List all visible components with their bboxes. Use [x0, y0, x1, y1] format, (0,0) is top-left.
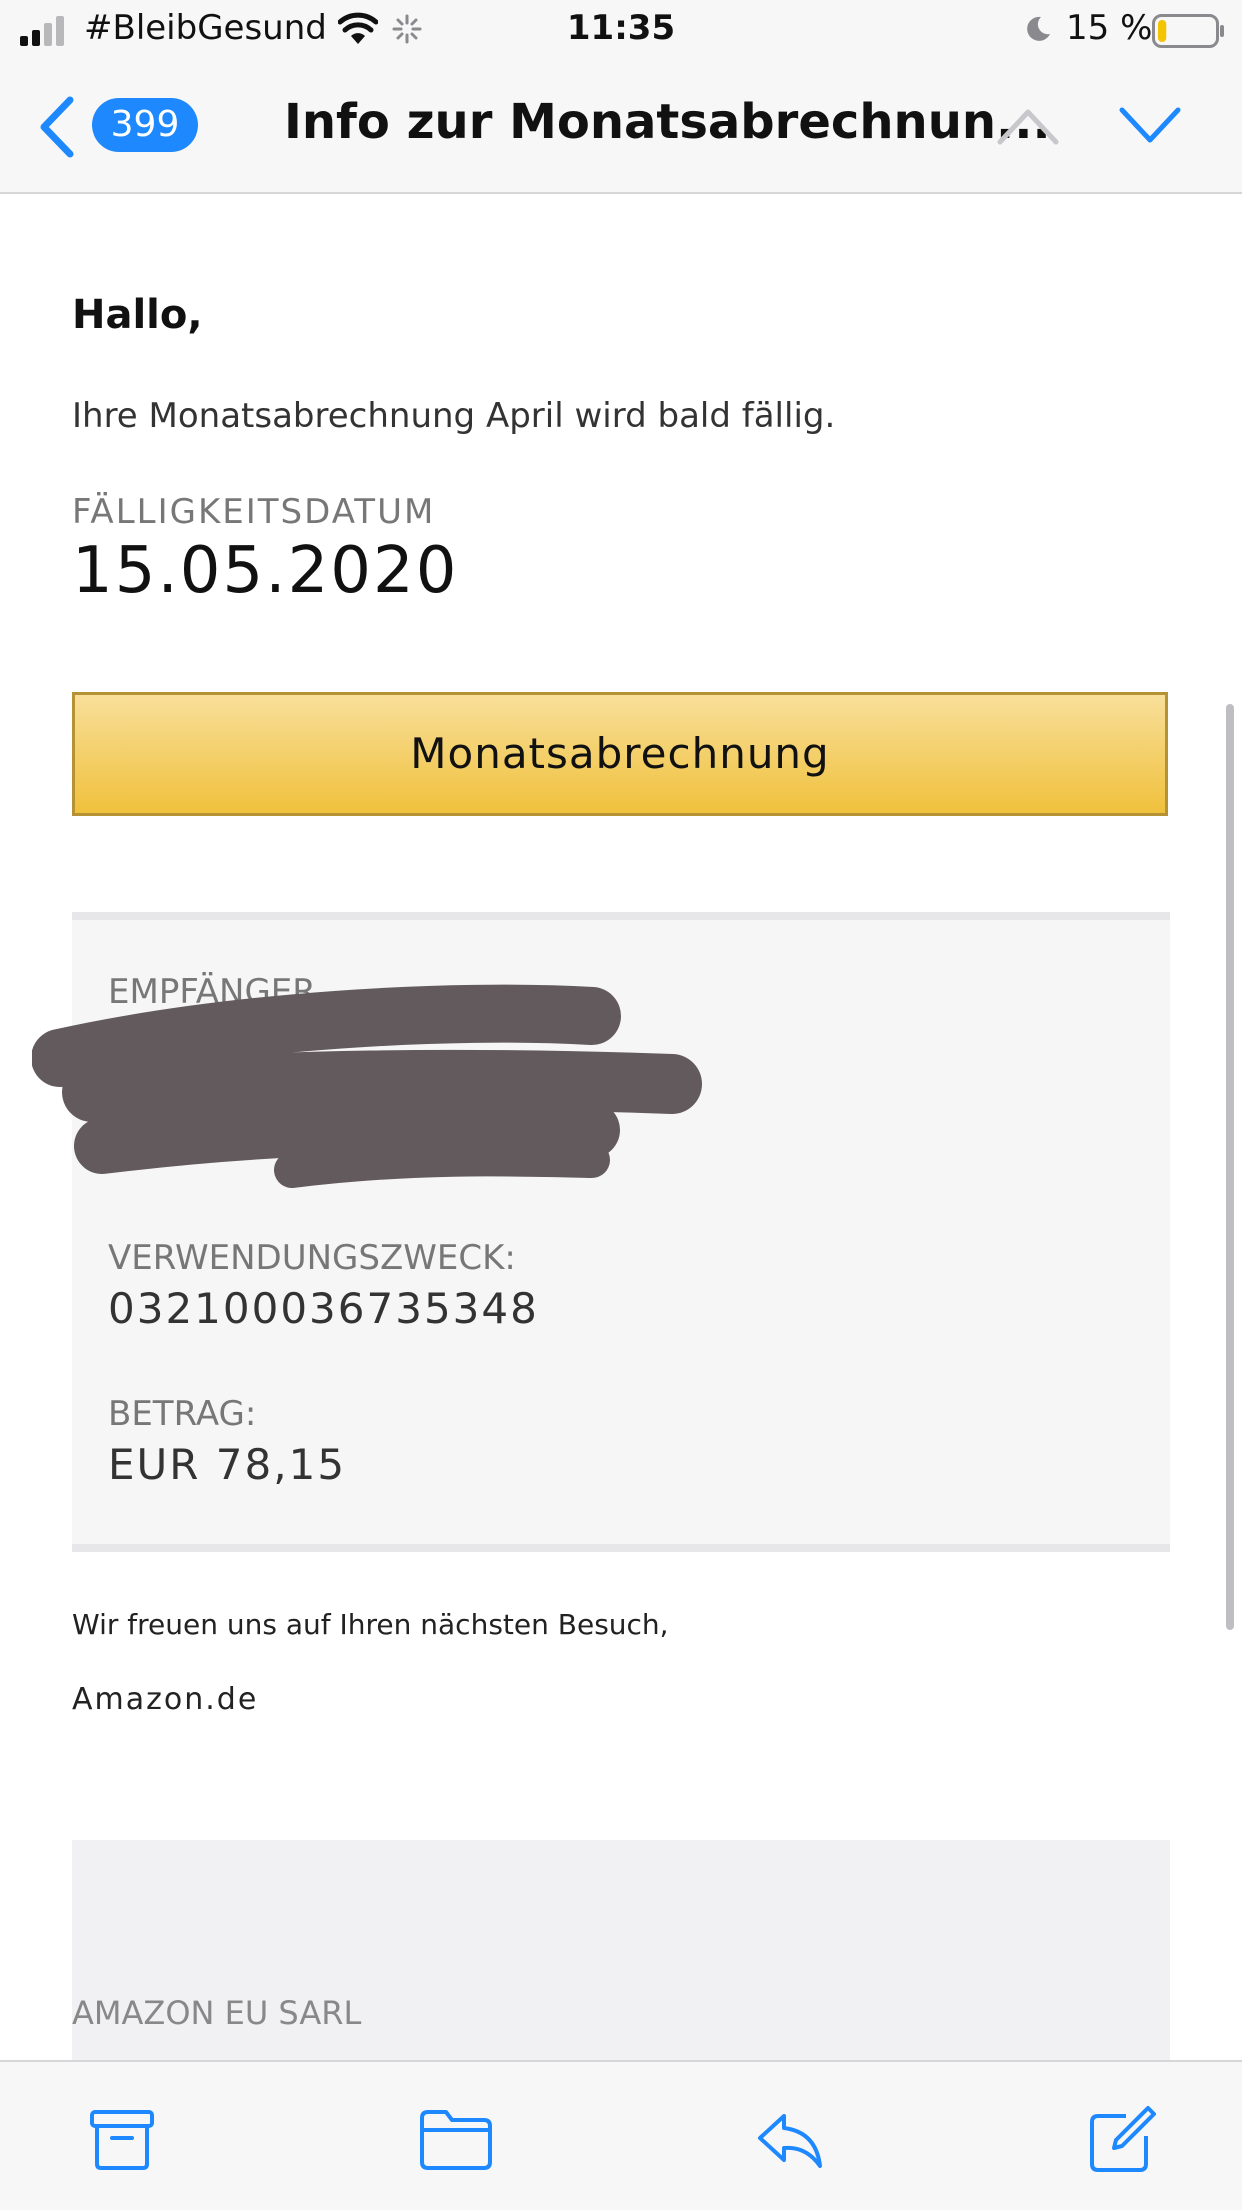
due-date-value: 15.05.2020 — [72, 534, 459, 608]
chevron-left-icon[interactable] — [36, 96, 76, 158]
folder-icon[interactable] — [418, 2104, 494, 2174]
nav-bar: 399 Info zur Monatsabrechnun... — [0, 62, 1242, 194]
compose-icon[interactable] — [1086, 2104, 1158, 2174]
battery-icon — [1152, 14, 1224, 48]
due-date-label: FÄLLIGKEITSDATUM — [72, 492, 436, 532]
footer-company: AMAZON EU SARL — [72, 1994, 362, 2032]
purpose-label: VERWENDUNGSZWECK: — [108, 1238, 516, 1278]
clock: 11:35 — [566, 8, 676, 48]
chevron-down-icon[interactable] — [1118, 104, 1182, 148]
footer-box: AMAZON EU SARL — [72, 1840, 1170, 2060]
moon-icon — [1027, 16, 1050, 41]
amount-value: EUR 78,15 — [108, 1440, 347, 1489]
redaction-scribble — [32, 984, 702, 1188]
email-subject-title: Info zur Monatsabrechnun... — [284, 94, 1051, 150]
scrollbar[interactable] — [1226, 704, 1234, 1630]
purpose-value: 032100036735348 — [108, 1284, 539, 1333]
amount-label: BETRAG: — [108, 1394, 257, 1434]
greeting: Hallo, — [72, 292, 203, 338]
monthly-statement-button[interactable]: Monatsabrechnung — [72, 692, 1168, 816]
status-bar: #BleibGesund 11:35 15 % — [0, 0, 1242, 62]
bottom-toolbar — [0, 2060, 1242, 2210]
closing-text: Wir freuen uns auf Ihren nächsten Besuch… — [72, 1608, 669, 1641]
reply-icon[interactable] — [754, 2104, 826, 2174]
signature: Amazon.de — [72, 1682, 259, 1717]
intro-text: Ihre Monatsabrechnung April wird bald fä… — [72, 396, 836, 436]
payment-info-box: EMPFÄNGER VERWENDUNGSZWECK: 032100036735… — [32, 912, 1170, 1552]
battery-percent: 15 % — [1066, 8, 1153, 48]
archive-icon[interactable] — [86, 2104, 158, 2174]
chevron-up-icon[interactable] — [996, 104, 1060, 148]
unread-count-badge[interactable]: 399 — [92, 98, 198, 152]
email-body[interactable]: Hallo, Ihre Monatsabrechnung April wird … — [0, 194, 1242, 2060]
